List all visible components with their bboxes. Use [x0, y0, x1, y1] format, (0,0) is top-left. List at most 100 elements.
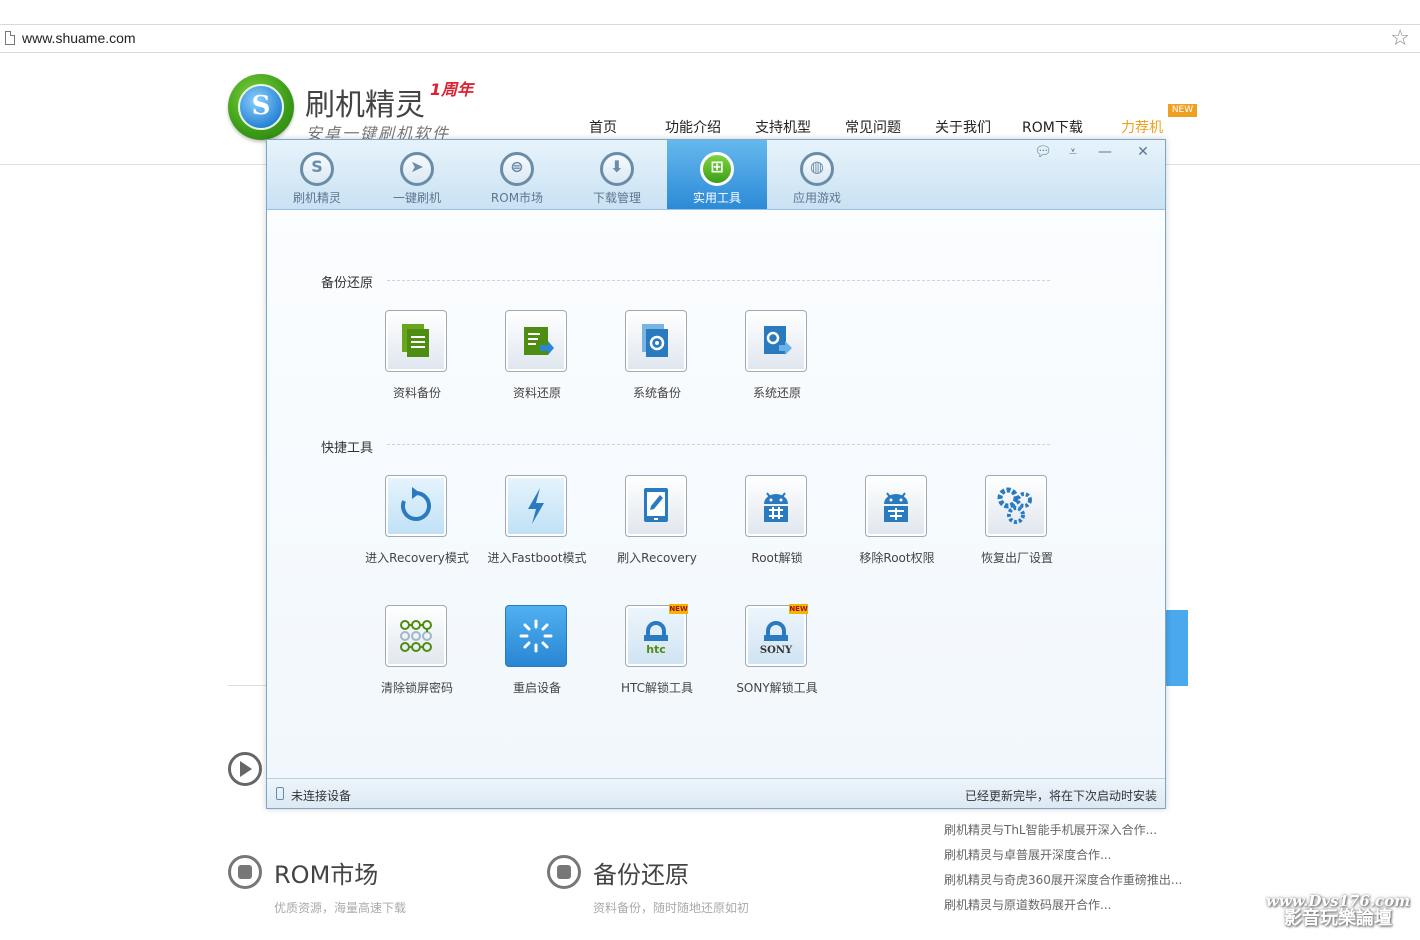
- system-backup-icon: [625, 310, 687, 372]
- tool-system-backup[interactable]: 系统备份: [597, 310, 717, 420]
- menu-dropdown-icon[interactable]: ⩡: [1061, 144, 1085, 162]
- close-icon[interactable]: ✕: [1131, 144, 1155, 162]
- tab-label: ROM市场: [490, 191, 544, 205]
- tool-enter-fastboot[interactable]: 进入Fastboot模式: [477, 475, 597, 585]
- tool-label: 系统备份: [632, 386, 681, 400]
- sony-lock-icon: SONY: [745, 605, 807, 667]
- download-icon: ⬇: [600, 152, 634, 186]
- play-circle-icon[interactable]: [228, 752, 262, 786]
- pattern-lock-icon: [385, 605, 447, 667]
- grid-icon: ⊞: [700, 152, 734, 186]
- page-icon: [5, 31, 15, 45]
- tool-clear-lock-password[interactable]: 清除锁屏密码: [357, 605, 477, 715]
- tool-data-restore[interactable]: 资料还原: [477, 310, 597, 420]
- feedback-icon[interactable]: 💬︎: [1031, 144, 1055, 162]
- news-item[interactable]: 刷机精灵与ThL智能手机展开深入合作...: [944, 821, 1182, 846]
- tool-label: 移除Root权限: [859, 551, 935, 565]
- android-root-icon: [745, 475, 807, 537]
- tool-remove-root[interactable]: 移除Root权限: [837, 475, 957, 585]
- copy-icon: [547, 855, 581, 889]
- nav-home[interactable]: 首页: [589, 117, 617, 137]
- tool-label: 资料还原: [512, 386, 561, 400]
- section-divider: [387, 280, 1050, 281]
- tool-label: 恢复出厂设置: [980, 551, 1053, 565]
- section-divider: [228, 685, 268, 686]
- gears-icon: [985, 475, 1047, 537]
- news-list: 刷机精灵与ThL智能手机展开深入合作... 刷机精灵与卓普展开深度合作... 刷…: [944, 800, 1182, 921]
- ball-icon: ◍: [800, 152, 834, 186]
- s-logo-icon: S: [300, 152, 334, 186]
- tab-label: 一键刷机: [392, 191, 441, 205]
- nav-models[interactable]: 支持机型: [755, 117, 811, 137]
- nav-features[interactable]: 功能介绍: [665, 117, 721, 137]
- svg-text:htc: htc: [646, 643, 666, 656]
- minimize-icon[interactable]: —: [1093, 144, 1117, 162]
- phone-icon: [276, 787, 284, 800]
- tool-label: 清除锁屏密码: [380, 681, 453, 695]
- tool-enter-recovery[interactable]: 进入Recovery模式: [357, 475, 477, 585]
- tool-data-backup[interactable]: 资料备份: [357, 310, 477, 420]
- new-badge: NEW: [669, 604, 688, 614]
- tab-label: 实用工具: [692, 191, 741, 205]
- nav-faq[interactable]: 常见问题: [845, 117, 901, 137]
- site-title: 刷机精灵: [305, 88, 425, 123]
- tool-factory-reset[interactable]: 恢复出厂设置: [957, 475, 1077, 585]
- feature-title: 备份还原: [593, 861, 689, 889]
- htc-lock-icon: htc: [625, 605, 687, 667]
- tool-label: 进入Fastboot模式: [487, 551, 587, 565]
- section-divider: [387, 444, 1050, 445]
- tab-download-manager[interactable]: ⬇ 下载管理: [567, 140, 667, 209]
- lightning-icon: [505, 475, 567, 537]
- tool-label: 重启设备: [512, 681, 561, 695]
- tool-htc-unlock[interactable]: htc NEW HTC解锁工具: [597, 604, 717, 715]
- nav-recommend[interactable]: 力荐机: [1121, 117, 1163, 137]
- android-icon: ⊜: [500, 152, 534, 186]
- feature-desc: 资料备份，随时随地还原如初: [593, 901, 750, 915]
- nav-new-badge: NEW: [1168, 104, 1197, 117]
- new-badge: NEW: [789, 604, 808, 614]
- nav-about[interactable]: 关于我们: [935, 117, 991, 137]
- refresh-icon: [385, 475, 447, 537]
- tool-label: 刷入Recovery: [617, 551, 697, 565]
- section-title-quick: 快捷工具: [321, 441, 374, 456]
- data-backup-icon: [385, 310, 447, 372]
- address-bar[interactable]: www.shuame.com ☆: [0, 24, 1420, 53]
- svg-text:SONY: SONY: [760, 645, 793, 656]
- news-item[interactable]: 刷机精灵与奇虎360展开深度合作重磅推出...: [944, 871, 1182, 896]
- section-title-backup: 备份还原: [321, 276, 374, 291]
- url-text[interactable]: www.shuame.com: [22, 30, 136, 46]
- tool-label: 进入Recovery模式: [365, 551, 469, 565]
- android-remove-root-icon: [865, 475, 927, 537]
- site-logo[interactable]: S: [228, 74, 294, 140]
- feature-title: ROM市场: [274, 861, 379, 889]
- bookmark-star-icon[interactable]: ☆: [1390, 26, 1410, 51]
- data-restore-icon: [505, 310, 567, 372]
- tool-root-unlock[interactable]: Root解锁: [717, 475, 837, 585]
- cursor-icon: ➤: [400, 152, 434, 186]
- tool-reboot-device[interactable]: 重启设备: [477, 605, 597, 715]
- browser-top-strip: [0, 0, 1420, 24]
- shuame-app-window: S 刷机精灵 ➤ 一键刷机 ⊜ ROM市场 ⬇ 下载管理 ⊞ 实用工具 ◍ 应用…: [266, 139, 1166, 809]
- tab-tools[interactable]: ⊞ 实用工具: [667, 140, 767, 209]
- anniversary-badge: 1周年: [430, 80, 474, 99]
- tab-shuame[interactable]: S 刷机精灵: [267, 140, 367, 209]
- tab-label: 刷机精灵: [292, 191, 341, 205]
- android-icon: [228, 855, 262, 889]
- tab-rom-market[interactable]: ⊜ ROM市场: [467, 140, 567, 209]
- nav-rom-download[interactable]: ROM下载: [1022, 117, 1083, 137]
- tool-flash-recovery[interactable]: 刷入Recovery: [597, 475, 717, 585]
- device-status: 未连接设备: [291, 789, 352, 803]
- feature-desc: 优质资源，海量高速下载: [274, 901, 407, 915]
- tools-panel: 备份还原 资料备份 资料还原 系统备份 系统还原 快捷工具 进入Recovery…: [267, 210, 1165, 778]
- news-item[interactable]: 刷机精灵与卓普展开深度合作...: [944, 846, 1182, 871]
- tool-system-restore[interactable]: 系统还原: [717, 310, 837, 420]
- tool-sony-unlock[interactable]: SONY NEW SONY解锁工具: [717, 604, 837, 715]
- tool-label: 系统还原: [752, 386, 801, 400]
- news-item[interactable]: 刷机精灵与原道数码展开合作...: [944, 896, 1182, 921]
- tab-one-click-flash[interactable]: ➤ 一键刷机: [367, 140, 467, 209]
- system-restore-icon: [745, 310, 807, 372]
- tool-label: HTC解锁工具: [620, 681, 694, 695]
- tab-apps-games[interactable]: ◍ 应用游戏: [767, 140, 867, 209]
- watermark-name: 影音玩樂論壇: [1284, 908, 1392, 929]
- tool-label: 资料备份: [392, 386, 441, 400]
